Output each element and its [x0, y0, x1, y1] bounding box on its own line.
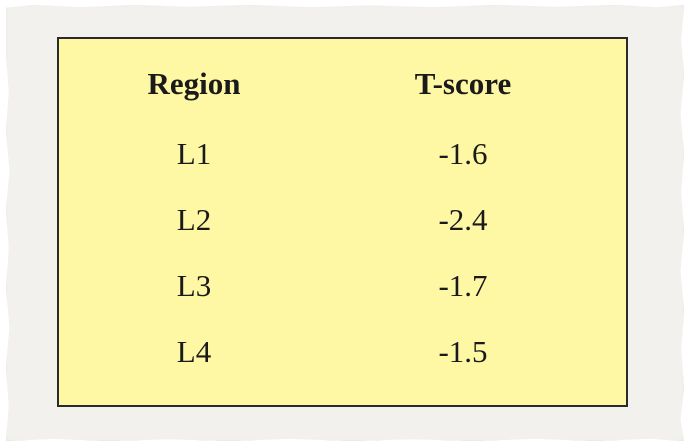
region-cell: L1 [176, 136, 212, 171]
region-cell: L3 [176, 268, 212, 303]
region-cell: L4 [176, 334, 212, 369]
t-score-table: Region T-score L1 -1.6 L2 -2.4 L3 -1.7 L… [59, 39, 626, 405]
header-region: Region [147, 66, 241, 101]
t-score-cell: -2.4 [438, 202, 488, 237]
region-cell: L2 [176, 202, 212, 237]
header-t-score: T-score [414, 66, 512, 101]
t-score-cell: -1.7 [438, 268, 488, 303]
t-score-cell: -1.6 [438, 136, 488, 171]
t-score-table-card: Region T-score L1 -1.6 L2 -2.4 L3 -1.7 L… [57, 37, 628, 407]
t-score-cell: -1.5 [438, 334, 488, 369]
